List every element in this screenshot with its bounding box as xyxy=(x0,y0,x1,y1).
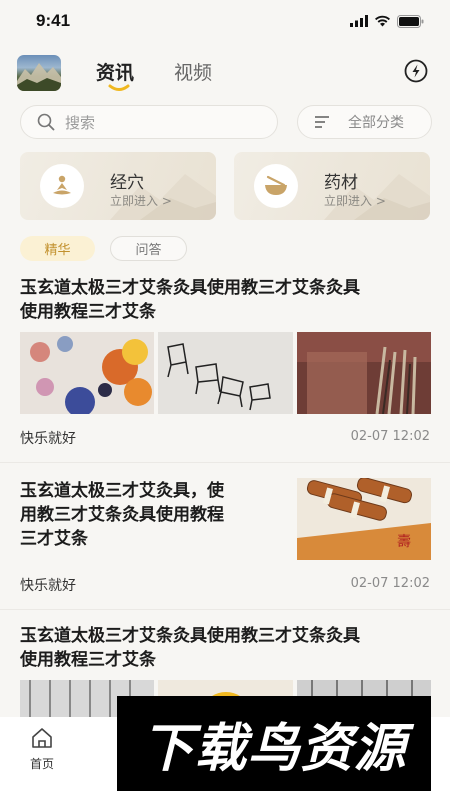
watermark-text: 下载鸟资源 xyxy=(141,719,407,779)
entry-card-title: 药材 xyxy=(324,173,358,193)
paint-palette-image xyxy=(20,332,154,414)
status-bar: 9:41 xyxy=(0,0,450,42)
entry-card-title: 经穴 xyxy=(110,173,144,193)
status-time: 9:41 xyxy=(36,11,71,30)
nav-item-home[interactable]: 首页 xyxy=(22,727,62,772)
avatar[interactable] xyxy=(17,55,61,91)
article-title: 玉玄道太极三才艾灸具，使 用教三才艾条灸具使用教程 三才艾条 xyxy=(20,479,282,551)
chip-qa[interactable]: 问答 xyxy=(110,236,187,261)
brushes-image xyxy=(297,332,431,414)
cinnamon-herbs-image: 壽 xyxy=(297,478,431,560)
herb-bowl-icon xyxy=(254,164,298,208)
entry-card-subtitle: 立即进入 > xyxy=(110,194,172,208)
article-title-line: 玉玄道太极三才艾条灸具使用教三才艾条灸具 xyxy=(20,626,360,646)
article-title-line: 玉玄道太极三才艾灸具，使 xyxy=(20,481,224,501)
article-author[interactable]: 快乐就好 xyxy=(20,575,76,595)
tab-news[interactable]: 资讯 xyxy=(96,58,134,85)
svg-text:壽: 壽 xyxy=(397,534,411,550)
signal-icon xyxy=(350,15,368,27)
tab-video[interactable]: 视频 xyxy=(174,58,212,85)
all-categories-button[interactable]: 全部分类 xyxy=(297,105,432,139)
search-icon xyxy=(37,113,55,131)
status-icons xyxy=(350,14,424,28)
article-title-line: 使用教程三才艾条 xyxy=(20,650,156,670)
search-placeholder: 搜索 xyxy=(65,113,96,132)
article-time: 02-07 12:02 xyxy=(350,429,430,444)
watermark-banner: 下载鸟资源 xyxy=(117,696,431,791)
tab-active-indicator xyxy=(108,84,130,91)
divider xyxy=(0,609,450,610)
article-title: 玉玄道太极三才艾条灸具使用教三才艾条灸具 使用教程三才艾条 xyxy=(20,276,360,324)
header: 资讯 视频 xyxy=(0,50,450,98)
meditation-icon xyxy=(40,164,84,208)
nav-home-label: 首页 xyxy=(29,757,54,771)
wifi-icon xyxy=(375,15,390,27)
lightning-icon[interactable] xyxy=(403,58,429,84)
article-title-line: 三才艾条 xyxy=(20,529,88,549)
home-icon xyxy=(32,728,52,748)
list-filter-icon xyxy=(315,116,329,128)
entry-card-acupoints[interactable]: 经穴 立即进入 > xyxy=(20,152,216,220)
battery-icon xyxy=(397,14,424,28)
article-title-line: 用教三才艾条灸具使用教程 xyxy=(20,505,224,525)
chip-essence[interactable]: 精华 xyxy=(20,236,95,261)
chairs-image xyxy=(158,332,293,414)
entry-card-subtitle: 立即进入 > xyxy=(324,194,386,208)
article-title-line: 玉玄道太极三才艾条灸具使用教三才艾条灸具 xyxy=(20,278,360,298)
entry-card-herbs[interactable]: 药材 立即进入 > xyxy=(234,152,430,220)
search-input[interactable]: 搜索 xyxy=(20,105,278,139)
article-title-line: 使用教程三才艾条 xyxy=(20,302,156,322)
article-title: 玉玄道太极三才艾条灸具使用教三才艾条灸具 使用教程三才艾条 xyxy=(20,624,360,672)
article-time: 02-07 12:02 xyxy=(350,576,430,591)
article-author[interactable]: 快乐就好 xyxy=(20,428,76,448)
all-categories-label: 全部分类 xyxy=(348,115,404,131)
divider xyxy=(0,462,450,463)
